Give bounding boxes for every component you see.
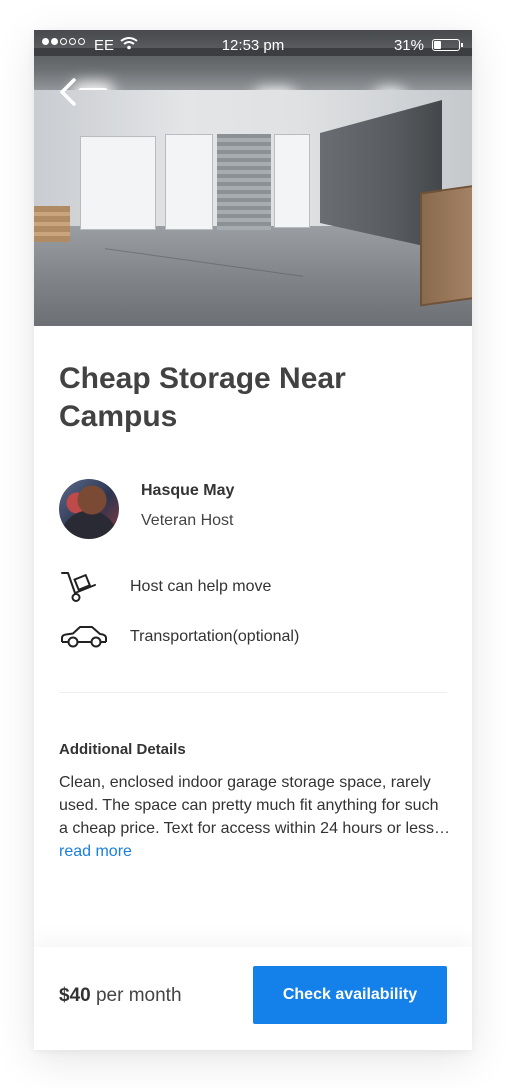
- price-label: $40 per month: [59, 985, 182, 1007]
- chevron-left-icon: [60, 78, 76, 106]
- price-amount: $40: [59, 985, 91, 1006]
- hand-truck-icon: [59, 570, 99, 609]
- price-period: per month: [95, 985, 182, 1006]
- status-bar: EE 12:53 pm 31%: [34, 30, 472, 60]
- back-button[interactable]: [54, 74, 82, 110]
- battery-icon: [432, 39, 463, 51]
- phone-screen: EE 12:53 pm 31% Cheap Storage Near Campu…: [34, 30, 472, 1050]
- listing-title: Cheap Storage Near Campus: [59, 362, 346, 433]
- listing-photo: [34, 30, 472, 326]
- divider: [59, 692, 447, 693]
- read-more-link[interactable]: read more: [59, 843, 132, 860]
- host-avatar[interactable]: [59, 479, 119, 539]
- battery-percent: 31%: [393, 37, 424, 54]
- host-name[interactable]: Hasque May: [141, 482, 234, 500]
- additional-details-text: Clean, enclosed indoor garage storage sp…: [59, 771, 451, 863]
- check-availability-button[interactable]: Check availability: [253, 966, 447, 1024]
- details-body: Clean, enclosed indoor garage storage sp…: [59, 774, 450, 837]
- car-icon: [59, 624, 109, 655]
- booking-bar: $40 per month Check availability: [34, 947, 472, 1050]
- host-role: Veteran Host: [141, 512, 234, 529]
- feature-help-move: Host can help move: [130, 578, 272, 595]
- additional-details-heading: Additional Details: [59, 741, 186, 758]
- feature-transportation: Transportation(optional): [130, 628, 300, 645]
